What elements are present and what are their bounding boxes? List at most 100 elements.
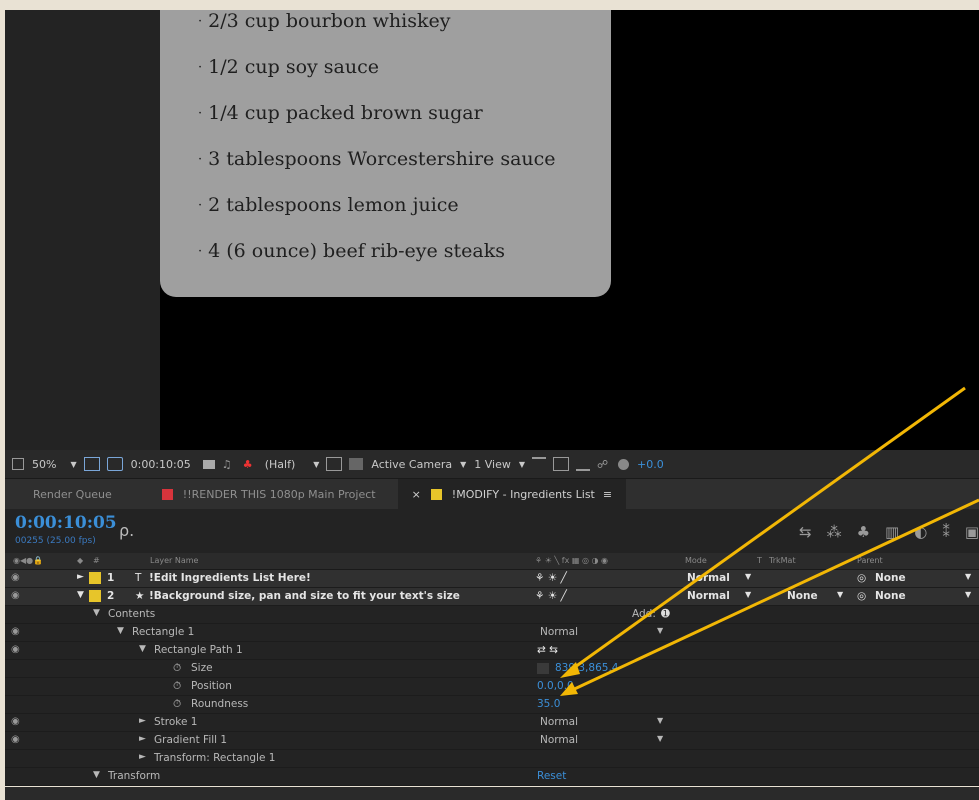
collapse-arrow-icon[interactable]: ▼ <box>117 626 124 636</box>
layer-row[interactable]: ◉ ► 1 T !Edit Ingredients List Here! ⚘ ☀… <box>5 570 979 588</box>
pickwhip-icon[interactable]: ◎ <box>857 572 866 584</box>
grid-icon[interactable] <box>83 457 100 471</box>
chevron-down-icon[interactable]: ▼ <box>745 590 751 599</box>
property-row-rectangle[interactable]: ◉ ▼ Rectangle 1 Normal ▼ <box>5 624 979 642</box>
layer-name-column[interactable]: Layer Name <box>150 556 198 565</box>
property-row-transform-rect[interactable]: ► Transform: Rectangle 1 <box>5 750 979 768</box>
tab-modify-ingredients[interactable]: × !MODIFY - Ingredients List ≡ <box>397 479 627 509</box>
eye-icon[interactable]: ◉ <box>11 716 20 727</box>
mode-dropdown[interactable]: Normal <box>687 572 730 584</box>
brainstorm-icon[interactable]: ▣ <box>965 523 979 541</box>
property-row-transform[interactable]: ▼ Transform Reset <box>5 768 979 786</box>
pickwhip-icon[interactable]: ◎ <box>857 590 866 602</box>
eye-icon[interactable]: ◉ <box>11 572 20 583</box>
layer-name[interactable]: !Edit Ingredients List Here! <box>149 572 311 584</box>
layer-row[interactable]: ◉ ▼ 2 ★ !Background size, pan and size t… <box>5 588 979 606</box>
show-snapshot-icon[interactable]: ♫ <box>222 458 236 471</box>
collapse-arrow-icon[interactable]: ▼ <box>93 770 100 780</box>
camera-dropdown[interactable]: Active Camera <box>371 458 452 471</box>
tab-label: !MODIFY - Ingredients List <box>451 487 595 501</box>
trkmat-dropdown[interactable]: None <box>787 590 818 602</box>
current-time[interactable]: 0:00:10:05 <box>131 458 191 471</box>
fast-previews-icon[interactable] <box>553 457 570 471</box>
tab-render-project[interactable]: !!RENDER THIS 1080p Main Project <box>140 479 398 509</box>
motion-blur-icon[interactable]: ◐ <box>914 523 927 541</box>
property-row-position[interactable]: ⏱ Position 0.0,0.0 <box>5 678 979 696</box>
label-color-swatch[interactable] <box>89 590 101 602</box>
graph-editor-icon[interactable]: ⁑ <box>942 523 950 541</box>
close-icon[interactable]: × <box>412 488 421 501</box>
property-row-stroke[interactable]: ◉ ► Stroke 1 Normal ▼ <box>5 714 979 732</box>
property-row-contents[interactable]: ▼ Contents Add: ➊ <box>5 606 979 624</box>
expand-arrow-icon[interactable]: ► <box>139 752 146 762</box>
expand-arrow-icon[interactable]: ► <box>139 734 146 744</box>
layer-switches[interactable]: ⚘ ☀ ╱ <box>535 590 567 602</box>
blend-mode-dropdown[interactable]: Normal <box>540 626 578 638</box>
layer-switches[interactable]: ⚘ ☀ ╱ <box>535 572 567 584</box>
blend-mode-dropdown[interactable]: Normal <box>540 716 578 728</box>
collapse-arrow-icon[interactable]: ▼ <box>139 644 146 654</box>
toggle-view-icon[interactable] <box>12 458 24 470</box>
chevron-down-icon[interactable]: ▼ <box>965 572 971 581</box>
chevron-down-icon[interactable]: ▼ <box>837 590 843 599</box>
constrain-proportions-icon[interactable] <box>537 663 549 674</box>
pixel-aspect-icon[interactable] <box>532 457 547 471</box>
parent-dropdown[interactable]: None <box>875 572 906 584</box>
property-row-roundness[interactable]: ⏱ Roundness 35.0 <box>5 696 979 714</box>
composition-mini-flowchart-icon[interactable]: ⇆ <box>799 523 812 541</box>
chevron-down-icon[interactable]: ▼ <box>70 460 76 469</box>
resolution-dropdown[interactable]: (Half) <box>265 458 296 471</box>
eye-icon[interactable]: ◉ <box>11 626 20 637</box>
chevron-down-icon[interactable]: ▼ <box>965 590 971 599</box>
frame-blending-icon[interactable]: ▥ <box>885 523 899 541</box>
size-value[interactable]: 839.3,865.4 <box>555 662 618 674</box>
add-menu-icon[interactable]: ➊ <box>661 608 670 620</box>
shy-layers-icon[interactable]: ♣ <box>857 523 870 541</box>
chevron-down-icon[interactable]: ▼ <box>657 626 663 635</box>
chevron-down-icon[interactable]: ▼ <box>313 460 319 469</box>
stopwatch-icon[interactable]: ⏱ <box>173 698 181 711</box>
view-layout-dropdown[interactable]: 1 View <box>474 458 511 471</box>
transparency-grid-icon[interactable] <box>349 458 364 470</box>
stopwatch-icon[interactable]: ⏱ <box>173 680 181 693</box>
draft-3d-icon[interactable]: ⁂ <box>827 523 842 541</box>
region-of-interest-icon[interactable] <box>326 457 343 471</box>
chevron-down-icon[interactable]: ▼ <box>657 734 663 743</box>
path-direction-icon[interactable]: ⇄ ⇆ <box>537 644 558 656</box>
property-row-gradient[interactable]: ◉ ► Gradient Fill 1 Normal ▼ <box>5 732 979 750</box>
timeline-icon[interactable] <box>576 457 591 471</box>
zoom-dropdown[interactable]: 50% <box>32 458 56 471</box>
parent-dropdown[interactable]: None <box>875 590 906 602</box>
timeline-current-time[interactable]: 0:00:10:05 <box>15 513 117 533</box>
property-row-size[interactable]: ⏱ Size 839.3,865.4 <box>5 660 979 678</box>
position-value[interactable]: 0.0,0.0 <box>537 680 574 692</box>
expand-arrow-icon[interactable]: ► <box>139 716 146 726</box>
expand-arrow-icon[interactable]: ► <box>77 572 84 582</box>
panel-menu-icon[interactable]: ≡ <box>603 488 612 501</box>
chevron-down-icon[interactable]: ▼ <box>519 460 525 469</box>
camera-snapshot-icon[interactable] <box>202 459 215 469</box>
exposure-icon[interactable] <box>618 458 630 470</box>
exposure-value[interactable]: +0.0 <box>637 458 664 471</box>
channel-icon[interactable]: ♣ <box>243 458 257 471</box>
collapse-arrow-icon[interactable]: ▼ <box>93 608 100 618</box>
label-color-swatch[interactable] <box>89 572 101 584</box>
eye-icon[interactable]: ◉ <box>11 644 20 655</box>
collapse-arrow-icon[interactable]: ▼ <box>77 590 84 600</box>
reset-link[interactable]: Reset <box>537 770 566 782</box>
chevron-down-icon[interactable]: ▼ <box>657 716 663 725</box>
stopwatch-icon[interactable]: ⏱ <box>173 662 181 675</box>
search-icon[interactable]: ρ. <box>119 521 134 540</box>
roundness-value[interactable]: 35.0 <box>537 698 560 710</box>
chevron-down-icon[interactable]: ▼ <box>745 572 751 581</box>
mask-icon[interactable] <box>106 457 123 471</box>
layer-name[interactable]: !Background size, pan and size to fit yo… <box>149 590 460 602</box>
eye-icon[interactable]: ◉ <box>11 734 20 745</box>
eye-icon[interactable]: ◉ <box>11 590 20 601</box>
tab-render-queue[interactable]: Render Queue <box>5 479 140 509</box>
chevron-down-icon[interactable]: ▼ <box>460 460 466 469</box>
mode-dropdown[interactable]: Normal <box>687 590 730 602</box>
property-row-rectangle-path[interactable]: ◉ ▼ Rectangle Path 1 ⇄ ⇆ <box>5 642 979 660</box>
blend-mode-dropdown[interactable]: Normal <box>540 734 578 746</box>
flowchart-icon[interactable]: ☍ <box>597 458 611 471</box>
